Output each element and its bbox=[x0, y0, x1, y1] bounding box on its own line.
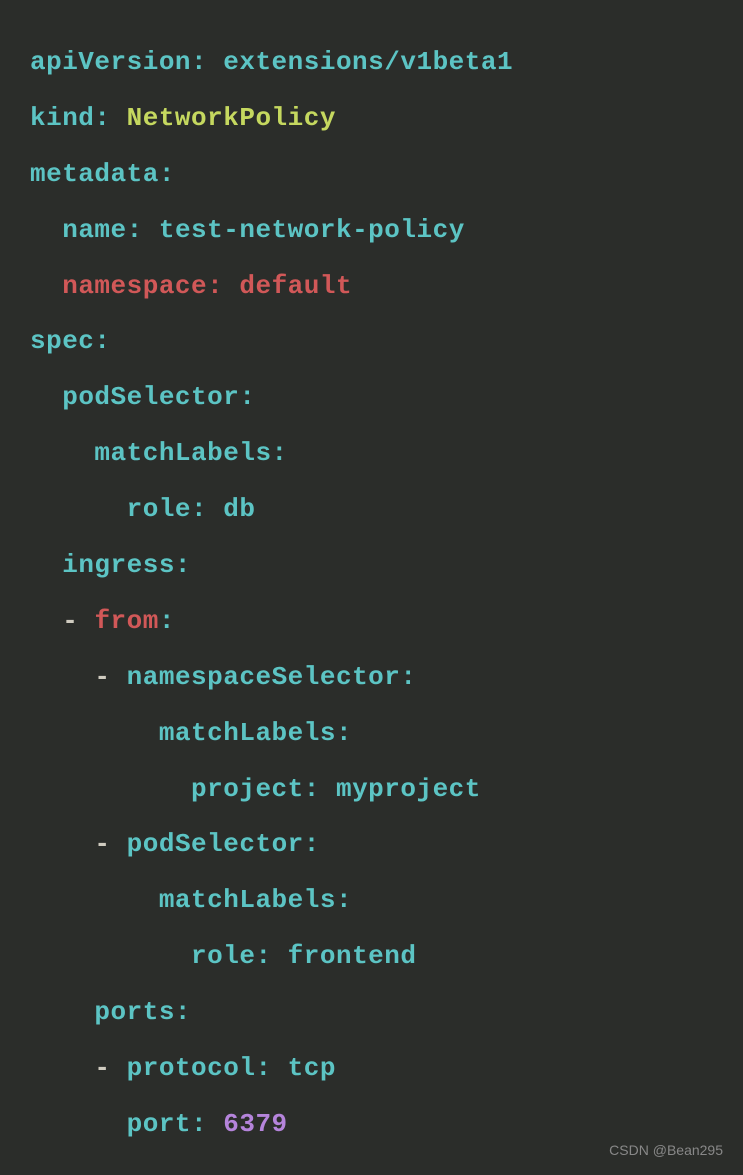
code-line-3: metadata: bbox=[30, 147, 713, 203]
code-line-19: - protocol: tcp bbox=[30, 1041, 713, 1097]
code-line-2: kind: NetworkPolicy bbox=[30, 91, 713, 147]
code-block: apiVersion: extensions/v1beta1 kind: Net… bbox=[30, 35, 713, 1153]
code-line-6: spec: bbox=[30, 314, 713, 370]
code-line-11: - from: bbox=[30, 594, 713, 650]
code-line-17: role: frontend bbox=[30, 929, 713, 985]
watermark: CSDN @Bean295 bbox=[609, 1135, 723, 1165]
code-line-10: ingress: bbox=[30, 538, 713, 594]
code-line-18: ports: bbox=[30, 985, 713, 1041]
code-line-8: matchLabels: bbox=[30, 426, 713, 482]
code-line-13: matchLabels: bbox=[30, 706, 713, 762]
code-line-4: name: test-network-policy bbox=[30, 203, 713, 259]
code-line-7: podSelector: bbox=[30, 370, 713, 426]
code-line-15: - podSelector: bbox=[30, 817, 713, 873]
code-line-16: matchLabels: bbox=[30, 873, 713, 929]
code-line-12: - namespaceSelector: bbox=[30, 650, 713, 706]
code-line-1: apiVersion: extensions/v1beta1 bbox=[30, 35, 713, 91]
code-line-9: role: db bbox=[30, 482, 713, 538]
code-line-5: namespace: default bbox=[30, 259, 713, 315]
code-line-14: project: myproject bbox=[30, 762, 713, 818]
